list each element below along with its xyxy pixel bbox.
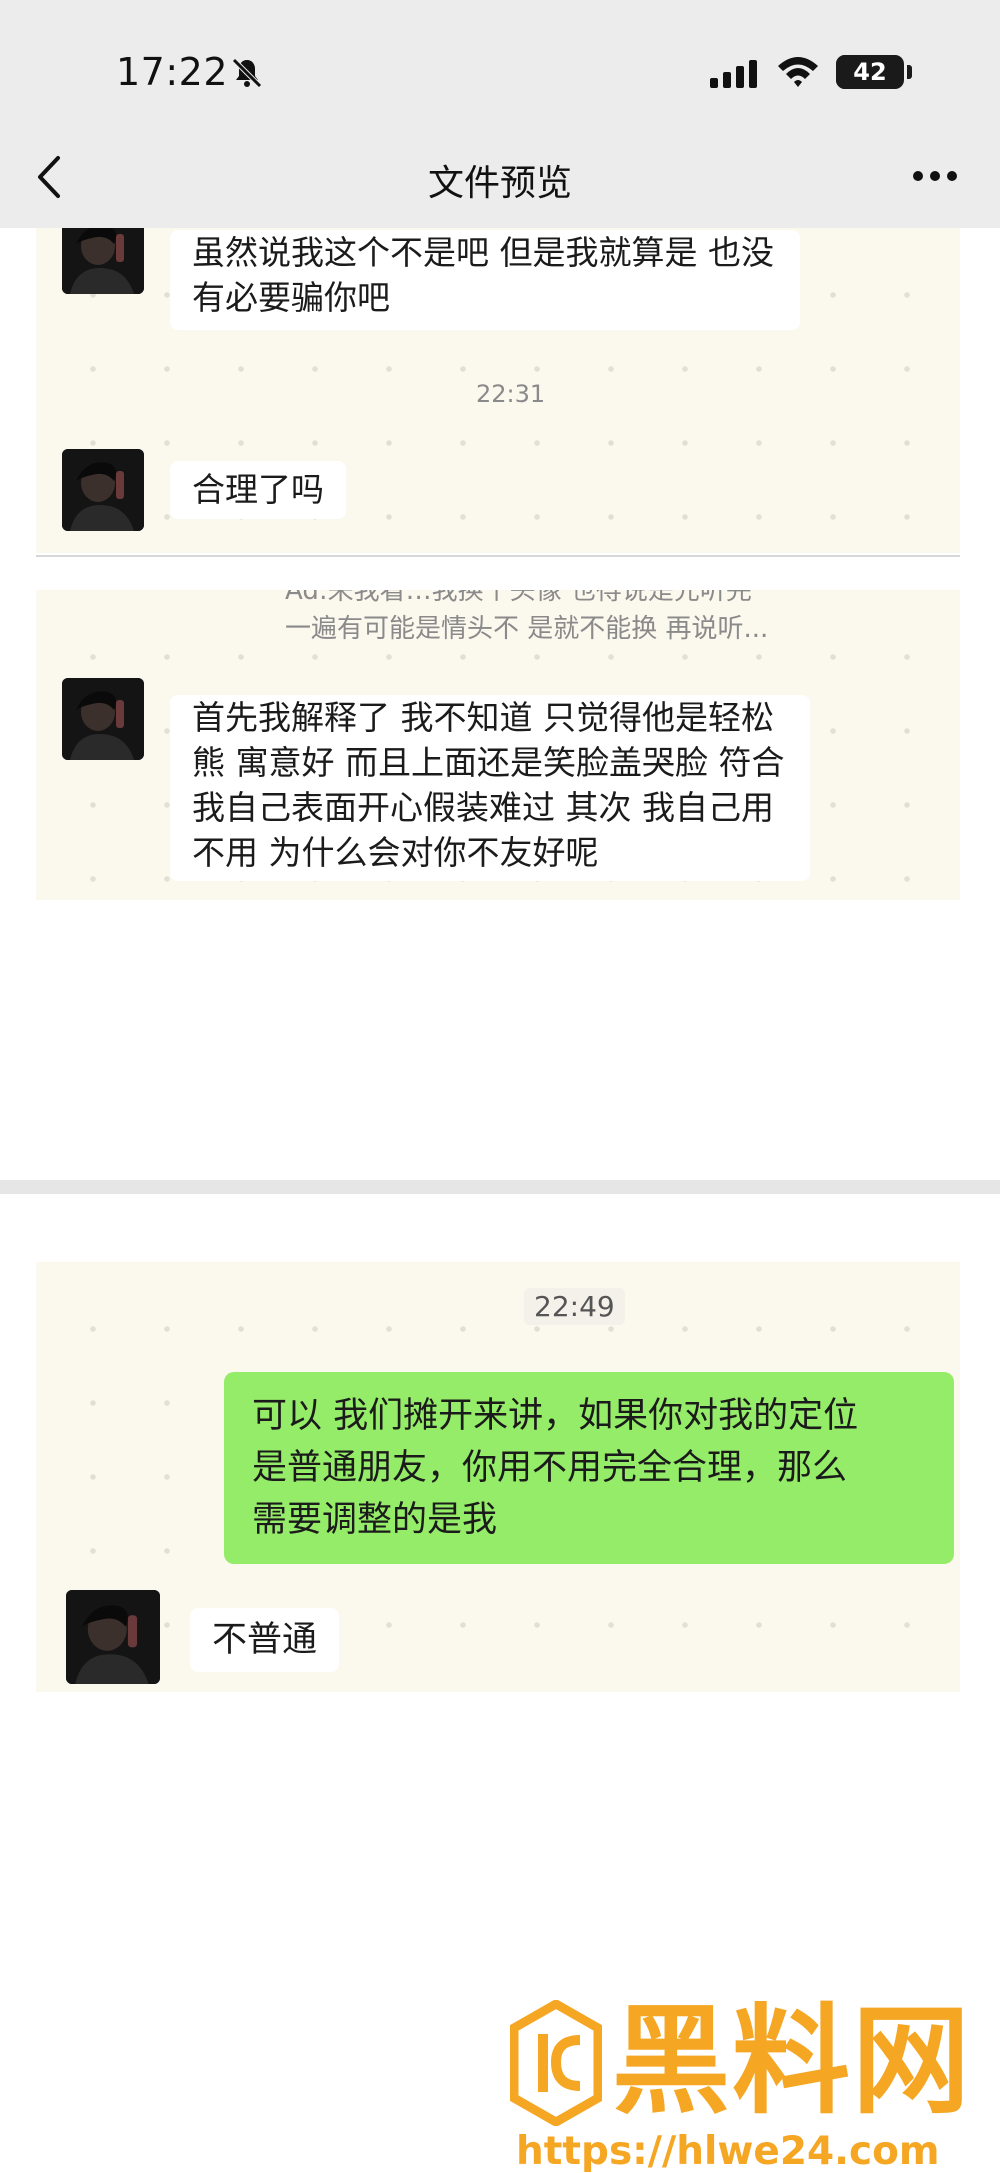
battery-level: 42 (853, 58, 887, 86)
message-bubble: 首先我解释了 我不知道 只觉得他是轻松 熊 寓意好 而且上面还是笑脸盖哭脸 符合… (170, 695, 810, 881)
message-line: 有必要骗你吧 (192, 278, 390, 317)
message-text: 不普通 (212, 1620, 318, 1660)
quoted-message: Ad:来我看…我换个头像 也得说是先听完 一遍有可能是情头不 是就不能换 再说听… (285, 590, 825, 646)
page-title: 文件预览 (427, 163, 572, 204)
message-line: 需要调整的是我 (252, 1500, 498, 1540)
message-line: 是普通朋友，你用不用完全合理，那么 (252, 1448, 848, 1488)
quote-line: 一遍有可能是情头不 是就不能换 再说听... (285, 614, 769, 644)
top-bar: 17:22 42 文件预览 (0, 0, 1000, 228)
battery-indicator: 42 (836, 55, 904, 89)
timestamp: 22:49 (524, 1288, 625, 1325)
more-options-icon[interactable] (912, 170, 958, 182)
message-line: 不用 为什么会对你不友好呢 (192, 833, 599, 872)
avatar (62, 449, 144, 531)
person-photo-icon (62, 449, 144, 531)
message-text: 合理了吗 (192, 470, 324, 509)
divider (36, 555, 960, 557)
signal-icon (710, 60, 757, 88)
quote-line: Ad:来我看…我换个头像 也得说是先听完 (285, 590, 752, 606)
screen: 17:22 42 文件预览 虽然说我这个不是吧 但是我就算是 也没 有必要骗你吧… (0, 0, 1000, 2173)
message-bubble: 不普通 (190, 1608, 340, 1672)
message-bubble: 虽然说我这个不是吧 但是我就算是 也没 有必要骗你吧 (170, 230, 800, 330)
message-line: 首先我解释了 我不知道 只觉得他是轻松 (192, 698, 774, 737)
message-bubble: 合理了吗 (170, 461, 346, 519)
status-time: 17:22 (116, 50, 229, 94)
sent-message-bubble: 可以 我们摊开来讲，如果你对我的定位 是普通朋友，你用不用完全合理，那么 需要调… (224, 1372, 954, 1564)
message-line: 虽然说我这个不是吧 但是我就算是 也没 (192, 233, 774, 272)
person-photo-icon (62, 678, 144, 760)
person-photo-icon (66, 1590, 160, 1684)
message-line: 我自己表面开心假装难过 其次 我自己用 (192, 788, 774, 827)
timestamp: 22:31 (476, 380, 546, 408)
watermark-logo-icon (510, 2000, 602, 2126)
watermark-url: https://hlwe24.com (516, 2129, 940, 2173)
wifi-icon (778, 57, 818, 87)
message-line: 熊 寓意好 而且上面还是笑脸盖哭脸 符合 (192, 743, 785, 782)
message-line: 可以 我们摊开来讲，如果你对我的定位 (252, 1396, 859, 1436)
bell-muted-icon (232, 58, 262, 88)
avatar (62, 678, 144, 760)
section-separator (0, 1180, 1000, 1194)
watermark-brand: 黑料网 (612, 1992, 973, 2130)
battery-cap (907, 65, 912, 79)
avatar (66, 1590, 160, 1684)
